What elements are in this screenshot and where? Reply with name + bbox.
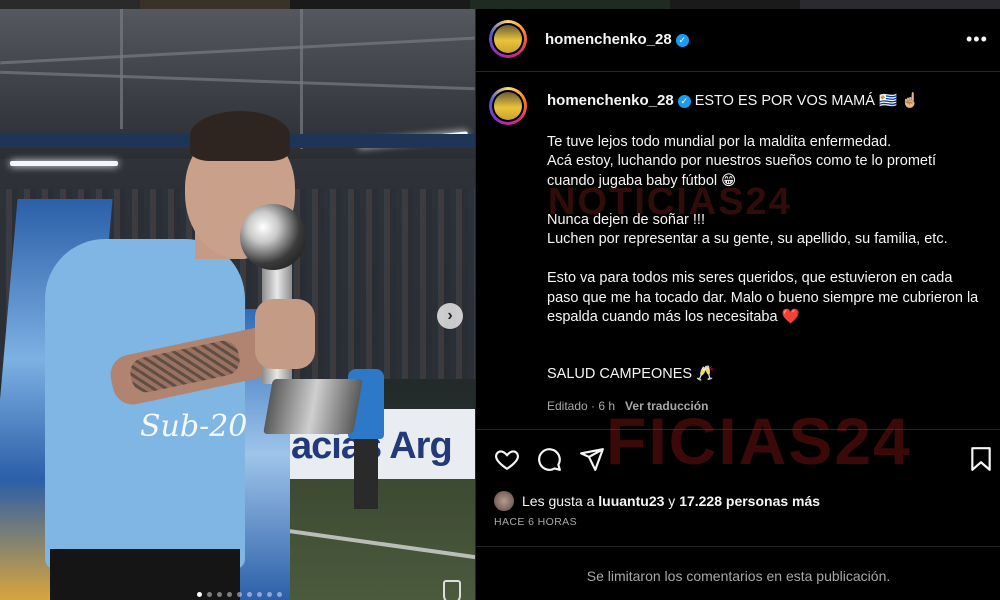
carousel-dot xyxy=(277,592,282,597)
auf-crest-icon xyxy=(443,580,461,600)
carousel-dot xyxy=(197,592,202,597)
carousel-dot xyxy=(267,592,272,597)
post-time[interactable]: HACE 6 HORAS xyxy=(494,516,577,528)
avatar[interactable] xyxy=(489,20,527,58)
likes-summary[interactable]: Les gusta a luuantu23 y 17.228 personas … xyxy=(494,491,820,511)
carousel-dot xyxy=(237,592,242,597)
top-strip xyxy=(0,0,1000,9)
send-icon[interactable] xyxy=(579,446,605,472)
verified-icon: ✓ xyxy=(677,95,691,108)
post-panel: homenchenko_28 ✓ ••• homenchenko_28 ✓ ESTO … xyxy=(475,9,1000,600)
chevron-right-icon: › xyxy=(447,307,453,324)
bookmark-icon[interactable] xyxy=(968,446,994,472)
more-options-icon[interactable]: ••• xyxy=(966,29,988,50)
carousel-dot xyxy=(247,592,252,597)
caption: homenchenko_28 ✓ ESTO ES POR VOS MAMÁ 🇺🇾 ☝… xyxy=(547,91,987,416)
liker-username[interactable]: luuantu23 xyxy=(598,493,664,509)
caption-paragraph: Esto va para todos mis seres queridos, q… xyxy=(547,270,979,325)
header-username[interactable]: homenchenko_28 ✓ xyxy=(545,31,689,48)
jersey-text: Sub-20 xyxy=(140,409,248,444)
heart-icon[interactable] xyxy=(494,446,520,472)
verified-icon: ✓ xyxy=(675,34,689,47)
watermark-bottom: FICIAS24 xyxy=(606,404,912,478)
caption-paragraph: SALUD CAMPEONES 🥂 xyxy=(547,366,715,382)
edited-label: Editado · 6 h xyxy=(547,398,616,413)
trophy-base xyxy=(263,379,363,434)
caption-first-line: ESTO ES POR VOS MAMÁ 🇺🇾 ☝🏼 xyxy=(694,93,920,109)
comments-limited-notice: Se limitaron los comentarios en esta pub… xyxy=(586,568,891,584)
carousel-dot xyxy=(227,592,232,597)
comment-icon[interactable] xyxy=(536,446,562,472)
caption-avatar[interactable] xyxy=(489,87,527,125)
carousel-dot xyxy=(207,592,212,597)
jersey xyxy=(45,239,245,569)
liker-avatar xyxy=(494,491,514,511)
watermark-top: NOTICIAS24 xyxy=(548,181,792,223)
post-header: homenchenko_28 ✓ ••• xyxy=(476,9,1000,72)
trophy xyxy=(240,204,306,270)
next-photo-button[interactable]: › xyxy=(437,303,463,329)
likes-count[interactable]: 17.228 personas más xyxy=(679,493,820,509)
carousel-dot xyxy=(257,592,262,597)
carousel-dot xyxy=(217,592,222,597)
carousel-dots xyxy=(197,592,282,597)
caption-username[interactable]: homenchenko_28 xyxy=(547,92,674,109)
post-photo[interactable]: acias Arg Sub-20 › xyxy=(0,9,475,600)
